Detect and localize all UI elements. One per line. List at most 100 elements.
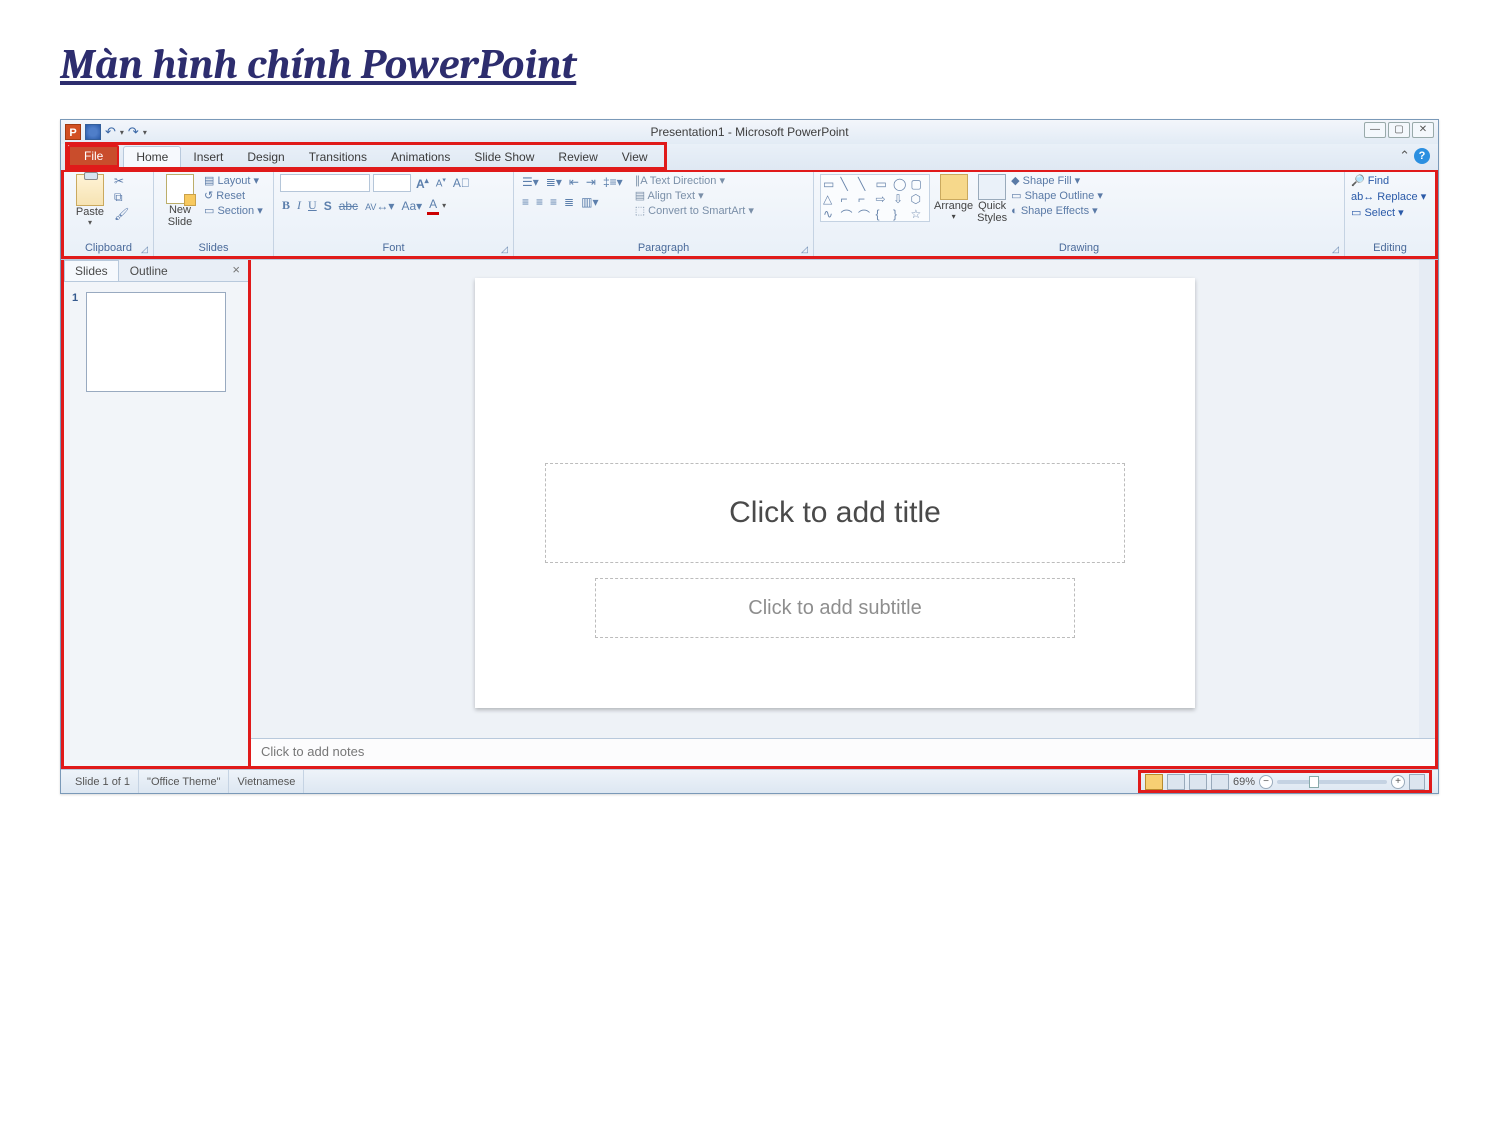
- bullets-icon[interactable]: ☰▾: [520, 174, 541, 190]
- shape-arrowdown-icon[interactable]: ⇩: [893, 192, 910, 206]
- panel-close-button[interactable]: ×: [224, 260, 248, 281]
- font-family-select[interactable]: [280, 174, 370, 192]
- strike-button[interactable]: abc: [337, 198, 360, 214]
- align-right-icon[interactable]: ≡: [548, 194, 559, 210]
- italic-button[interactable]: I: [295, 197, 303, 214]
- shape-arc-icon[interactable]: ⌒: [841, 207, 858, 224]
- shape-arrow-icon[interactable]: ⇨: [876, 192, 893, 206]
- shape-triangle-icon[interactable]: △: [823, 192, 840, 206]
- qat-customize-icon[interactable]: ▾: [143, 128, 147, 137]
- tab-animations[interactable]: Animations: [379, 147, 462, 167]
- zoom-out-button[interactable]: −: [1259, 775, 1273, 789]
- tab-slideshow[interactable]: Slide Show: [462, 147, 546, 167]
- shape-line2-icon[interactable]: ╲: [858, 177, 875, 191]
- section-button[interactable]: ▭ Section ▾: [204, 204, 263, 217]
- shapes-gallery[interactable]: ▭ ╲ ╲ ▭ ◯ ▢ △ ⌐ ⌐ ⇨ ⇩ ⬡ ∿ ⌒ ⌒ { }: [820, 174, 930, 222]
- line-spacing-icon[interactable]: ‡≡▾: [601, 174, 625, 190]
- fit-to-window-button[interactable]: [1409, 774, 1425, 790]
- file-tab[interactable]: File: [68, 145, 119, 167]
- save-icon[interactable]: [85, 124, 101, 140]
- grow-font-icon[interactable]: A▴: [414, 175, 431, 192]
- panel-tab-outline[interactable]: Outline: [119, 260, 179, 281]
- zoom-in-button[interactable]: +: [1391, 775, 1405, 789]
- reading-view-button[interactable]: [1189, 774, 1207, 790]
- layout-button[interactable]: ▤ Layout ▾: [204, 174, 263, 187]
- shape-brace2-icon[interactable]: }: [893, 207, 910, 224]
- slide-canvas[interactable]: Click to add title Click to add subtitle: [475, 278, 1195, 708]
- decrease-indent-icon[interactable]: ⇤: [567, 174, 581, 190]
- tab-review[interactable]: Review: [546, 147, 609, 167]
- shape-arc2-icon[interactable]: ⌒: [858, 207, 875, 224]
- clear-formatting-icon[interactable]: A⃠: [451, 175, 472, 191]
- maximize-button[interactable]: ▢: [1388, 122, 1410, 138]
- undo-icon[interactable]: ↶: [105, 124, 116, 140]
- new-slide-button[interactable]: New Slide: [160, 174, 200, 228]
- shape-hex-icon[interactable]: ⬡: [911, 192, 928, 206]
- redo-icon[interactable]: ↷: [128, 124, 139, 140]
- find-button[interactable]: 🔎 Find: [1351, 174, 1426, 187]
- close-button[interactable]: ✕: [1412, 122, 1434, 138]
- undo-dropdown-icon[interactable]: ▾: [120, 128, 124, 137]
- shape-curve-icon[interactable]: ∿: [823, 207, 840, 224]
- reset-button[interactable]: ↺ Reset: [204, 189, 263, 202]
- paste-button[interactable]: Paste ▾: [70, 174, 110, 227]
- align-center-icon[interactable]: ≡: [534, 194, 545, 210]
- font-size-select[interactable]: [373, 174, 411, 192]
- text-direction-button[interactable]: ∥A Text Direction ▾: [635, 174, 754, 187]
- align-text-button[interactable]: ▤ Align Text ▾: [635, 189, 754, 202]
- shape-effects-button[interactable]: ◐ Shape Effects ▾: [1011, 204, 1103, 217]
- shape-oval-icon[interactable]: ◯: [893, 177, 910, 191]
- sorter-view-button[interactable]: [1167, 774, 1185, 790]
- font-launcher-icon[interactable]: ◿: [501, 244, 511, 254]
- title-placeholder[interactable]: Click to add title: [545, 463, 1125, 563]
- cut-icon[interactable]: ✂: [114, 174, 129, 188]
- help-icon[interactable]: ?: [1414, 148, 1430, 164]
- underline-button[interactable]: U: [306, 197, 319, 214]
- shape-star-icon[interactable]: ☆: [911, 207, 928, 224]
- panel-tab-slides[interactable]: Slides: [64, 260, 119, 281]
- notes-pane[interactable]: Click to add notes: [251, 738, 1435, 766]
- bold-button[interactable]: B: [280, 197, 292, 214]
- columns-icon[interactable]: ▥▾: [579, 194, 600, 210]
- align-left-icon[interactable]: ≡: [520, 194, 531, 210]
- tab-transitions[interactable]: Transitions: [297, 147, 379, 167]
- shape-roundrect-icon[interactable]: ▢: [911, 177, 928, 191]
- clipboard-launcher-icon[interactable]: ◿: [141, 244, 151, 254]
- subtitle-placeholder[interactable]: Click to add subtitle: [595, 578, 1075, 638]
- convert-smartart-button[interactable]: ⬚ Convert to SmartArt ▾: [635, 204, 754, 217]
- tab-view[interactable]: View: [610, 147, 660, 167]
- tab-design[interactable]: Design: [235, 147, 296, 167]
- shape-connector-icon[interactable]: ⌐: [841, 192, 858, 206]
- drawing-launcher-icon[interactable]: ◿: [1332, 244, 1342, 254]
- tab-insert[interactable]: Insert: [181, 147, 235, 167]
- tab-home[interactable]: Home: [123, 146, 181, 167]
- increase-indent-icon[interactable]: ⇥: [584, 174, 598, 190]
- zoom-slider-thumb[interactable]: [1309, 776, 1319, 788]
- slide-thumbnail[interactable]: [86, 292, 226, 392]
- vertical-scrollbar[interactable]: [1419, 260, 1435, 738]
- minimize-button[interactable]: —: [1364, 122, 1386, 138]
- change-case-icon[interactable]: Aa▾: [399, 198, 424, 214]
- shape-textbox-icon[interactable]: ▭: [823, 177, 840, 191]
- shrink-font-icon[interactable]: A▾: [434, 175, 448, 190]
- shape-fill-button[interactable]: ◆ Shape Fill ▾: [1011, 174, 1103, 187]
- minimize-ribbon-icon[interactable]: ⌃: [1399, 148, 1410, 164]
- char-spacing-icon[interactable]: AV↔▾: [363, 198, 396, 214]
- shadow-button[interactable]: S: [322, 198, 334, 214]
- replace-button[interactable]: ab↔ Replace ▾: [1351, 190, 1426, 203]
- shape-brace-icon[interactable]: {: [876, 207, 893, 224]
- normal-view-button[interactable]: [1145, 774, 1163, 790]
- numbering-icon[interactable]: ≣▾: [544, 174, 564, 190]
- arrange-button[interactable]: Arrange ▾: [934, 174, 973, 221]
- shape-line-icon[interactable]: ╲: [841, 177, 858, 191]
- select-button[interactable]: ▭ Select ▾: [1351, 206, 1426, 219]
- zoom-slider[interactable]: [1277, 780, 1387, 784]
- justify-icon[interactable]: ≣: [562, 194, 576, 210]
- slideshow-view-button[interactable]: [1211, 774, 1229, 790]
- status-language[interactable]: Vietnamese: [229, 770, 304, 793]
- shape-connector2-icon[interactable]: ⌐: [858, 192, 875, 206]
- shape-outline-button[interactable]: ▭ Shape Outline ▾: [1011, 189, 1103, 202]
- paragraph-launcher-icon[interactable]: ◿: [801, 244, 811, 254]
- font-color-icon[interactable]: A: [427, 196, 439, 215]
- format-painter-icon[interactable]: 🖌: [114, 207, 129, 221]
